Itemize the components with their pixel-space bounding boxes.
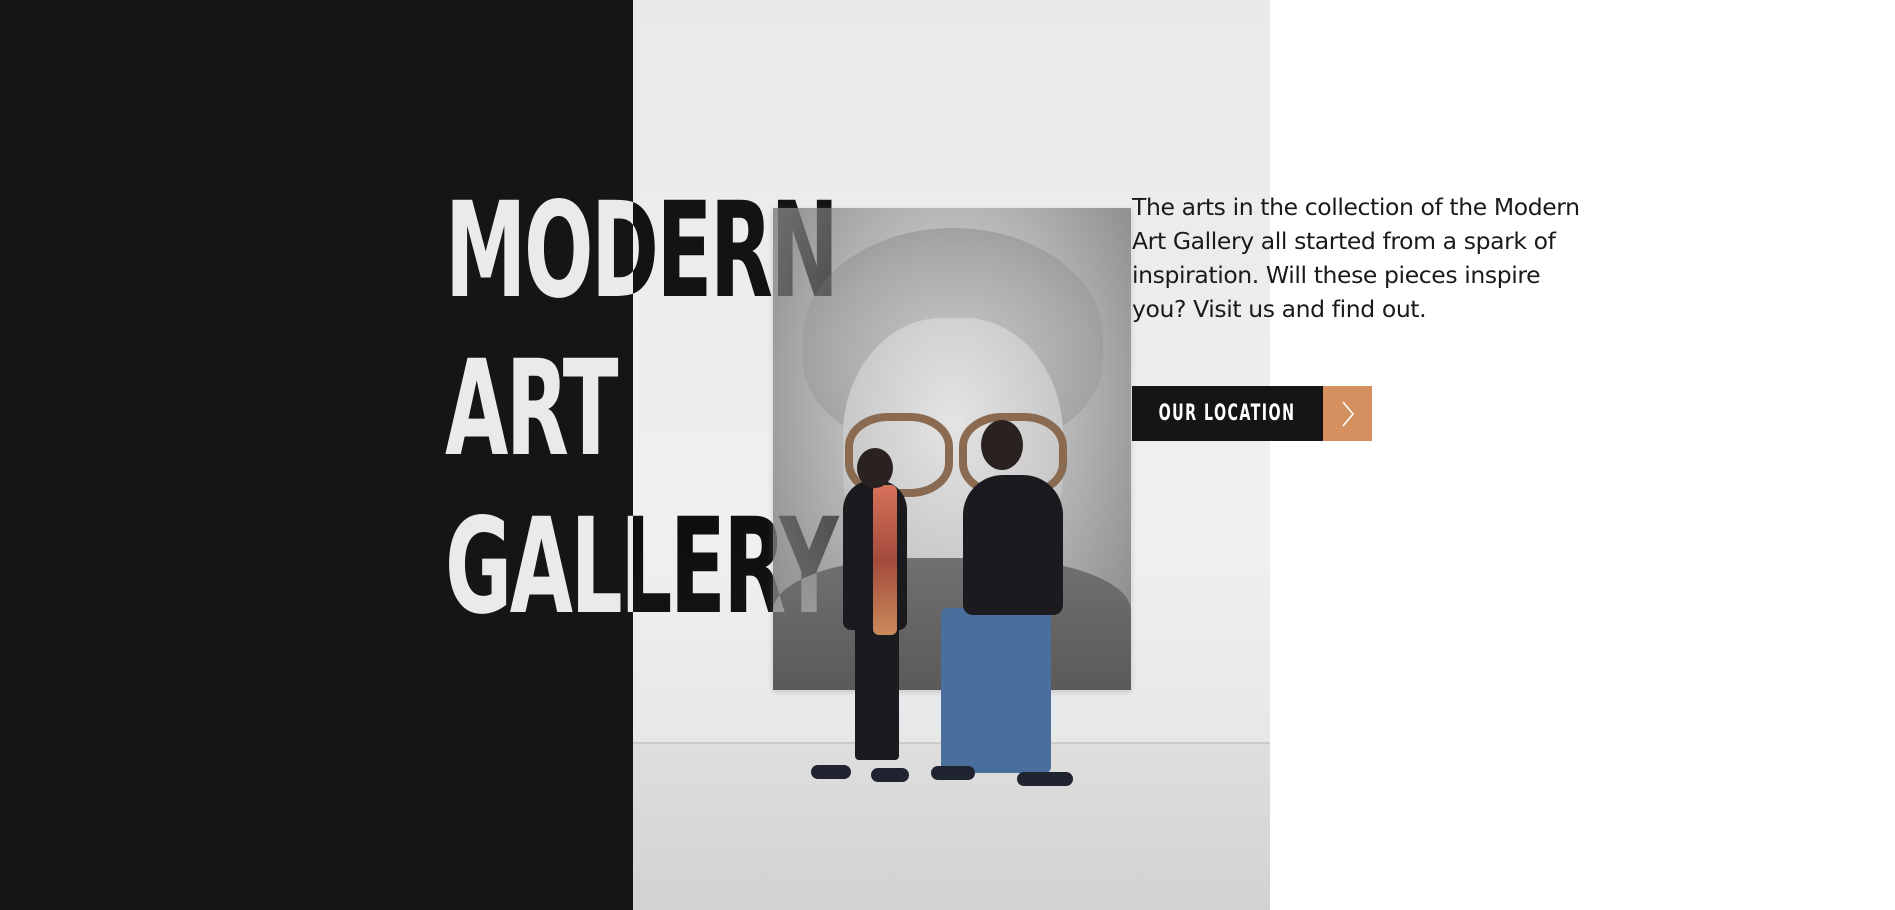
visitor-man-shoe xyxy=(1017,772,1073,786)
hero-description: The arts in the collection of the Modern… xyxy=(1132,193,1580,323)
our-location-text[interactable]: OUR LOCATION xyxy=(1159,386,1296,441)
visitor-man-head xyxy=(981,420,1023,470)
visitor-woman-legs xyxy=(855,625,899,760)
page-title: MODERN ART GALLERY xyxy=(445,172,839,646)
visitor-woman-head xyxy=(857,448,893,488)
title-line-2: ART xyxy=(445,332,619,486)
visitor-woman-shoe xyxy=(871,768,909,782)
visitor-man-shoe xyxy=(931,766,975,780)
our-location-label[interactable]: OUR LOCATION xyxy=(1132,386,1323,441)
visitor-woman-shoe xyxy=(811,765,851,779)
chevron-right-icon[interactable] xyxy=(1323,386,1372,441)
visitor-woman-scarf xyxy=(873,485,897,635)
our-location-button[interactable]: OUR LOCATION xyxy=(1132,386,1372,441)
hero-section: MODERN ART GALLERY The arts in the colle… xyxy=(0,0,1895,910)
visitor-man-body xyxy=(963,475,1063,615)
chevron-right-icon-glyph xyxy=(1341,400,1354,427)
visitor-man-legs xyxy=(941,608,1051,773)
title-line-3: GALLERY xyxy=(445,490,839,644)
title-line-1: MODERN xyxy=(445,174,839,328)
